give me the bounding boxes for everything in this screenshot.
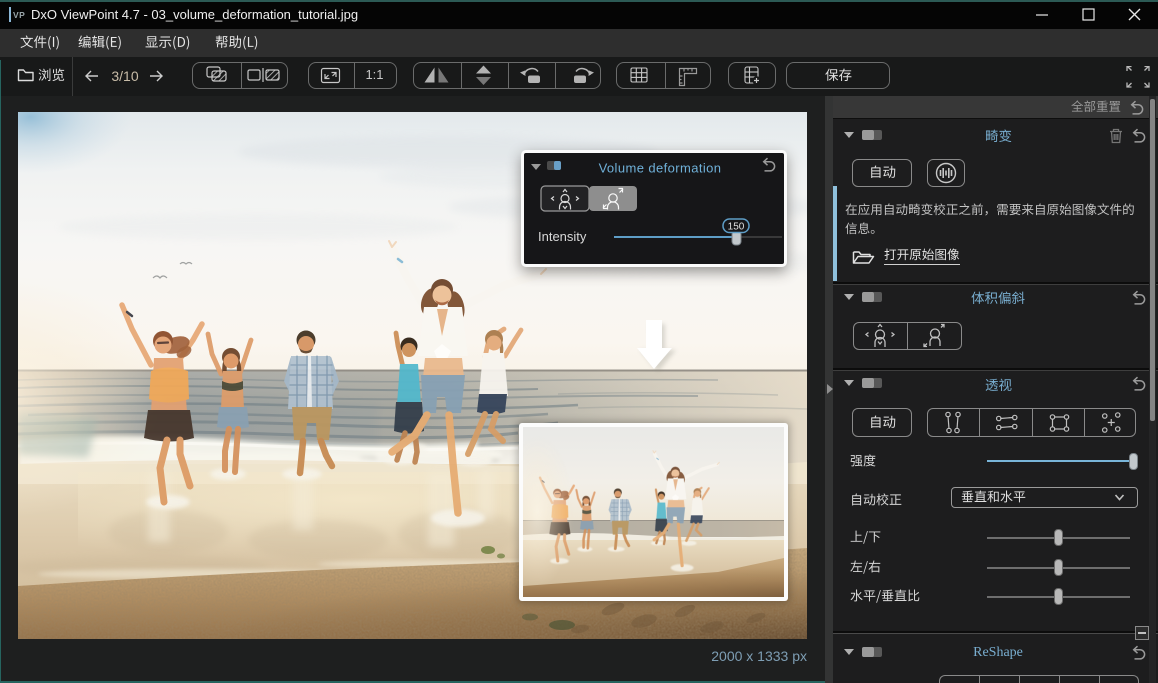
svg-text:150: 150 [728, 222, 745, 233]
svg-text:Volume deformation: Volume deformation [599, 161, 722, 176]
svg-text:Intensity: Intensity [538, 229, 587, 244]
